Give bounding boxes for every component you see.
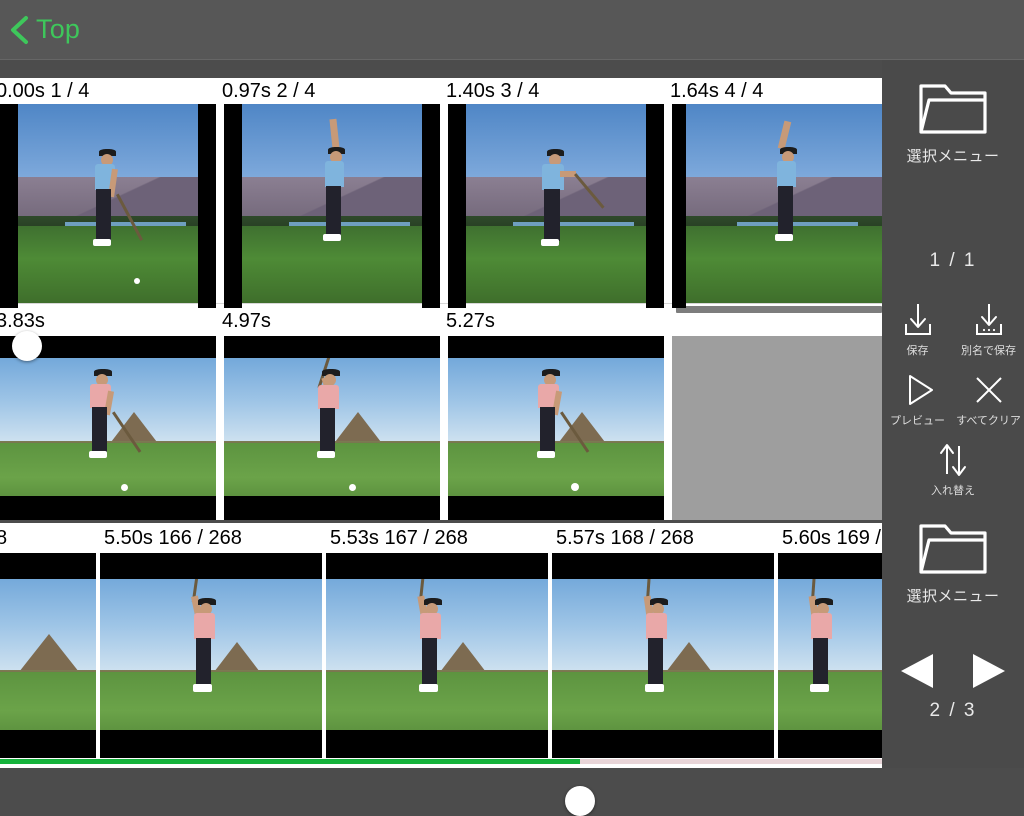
empty-frame-slot[interactable] — [672, 336, 882, 520]
close-x-icon — [975, 377, 1002, 403]
frame-label: 0.00s 1 / 4 — [0, 80, 90, 102]
frame-label: 3.83s — [0, 310, 45, 332]
right-sidebar: 選択メニュー 1 / 1 保存 別名で保存 プレビュー すべてクリア 入れ替え … — [882, 60, 1024, 768]
filmstrip-row-2[interactable]: 3.83s 4.97s 5.27s — [0, 304, 882, 520]
filmstrip-row-3-progress-fill — [0, 759, 580, 764]
back-button-label: Top — [36, 14, 81, 44]
folder-icon — [919, 524, 987, 574]
save-as-button[interactable]: 別名で保存 — [953, 300, 1024, 358]
video-frame-thumbnail[interactable] — [552, 553, 774, 758]
filmstrip-content-area: 0.00s 1 / 4 0.97s 2 / 4 1.40s 3 / 4 1.64… — [0, 60, 882, 816]
video-frame-thumbnail[interactable] — [0, 336, 216, 520]
swap-button[interactable]: 入れ替え — [918, 440, 989, 498]
frame-label: 1.64s 4 / 4 — [670, 80, 764, 102]
filmstrip-row-3-labels: 8 5.50s 166 / 268 5.53s 167 / 268 5.57s … — [0, 523, 882, 553]
frame-label: 5.53s 167 / 268 — [330, 527, 468, 549]
folder-icon — [919, 84, 987, 134]
select-menu-top-page-count-container: 1 / 1 — [882, 250, 1024, 272]
frame-label: 4.97s — [222, 310, 271, 332]
arrow-left-icon[interactable] — [895, 648, 941, 694]
select-menu-bottom-page-count: 2 / 3 — [929, 700, 977, 721]
preview-button[interactable]: プレビュー — [882, 370, 953, 428]
filmstrip-row-1-scroll-handle[interactable] — [12, 331, 42, 361]
video-frame-thumbnail[interactable] — [0, 104, 216, 308]
save-button[interactable]: 保存 — [882, 300, 953, 358]
frame-label: 1.40s 3 / 4 — [446, 80, 540, 102]
video-frame-thumbnail[interactable] — [672, 104, 882, 308]
filmstrip-row-1-frames[interactable] — [0, 104, 882, 308]
frame-label: 5.27s — [446, 310, 495, 332]
filmstrip-row-1[interactable]: 0.00s 1 / 4 0.97s 2 / 4 1.40s 3 / 4 1.64… — [0, 78, 882, 308]
select-menu-bottom-label: 選択メニュー — [906, 588, 1000, 605]
video-frame-thumbnail[interactable] — [100, 553, 322, 758]
swap-arrows-icon — [940, 444, 966, 476]
top-navigation-bar: Top — [0, 0, 1024, 60]
swap-button-label: 入れ替え — [931, 485, 975, 497]
select-menu-top[interactable]: 選択メニュー — [882, 78, 1024, 166]
save-button-label: 保存 — [906, 345, 929, 357]
filmstrip-row-2-labels: 3.83s 4.97s 5.27s — [0, 304, 882, 336]
video-frame-thumbnail[interactable] — [778, 553, 882, 758]
video-frame-thumbnail[interactable] — [224, 104, 440, 308]
back-button[interactable]: Top — [8, 14, 80, 45]
video-frame-thumbnail[interactable] — [0, 553, 96, 758]
video-frame-thumbnail[interactable] — [448, 104, 664, 308]
preview-button-label: プレビュー — [890, 415, 945, 427]
arrow-right-icon[interactable] — [965, 648, 1011, 694]
play-triangle-icon — [908, 375, 933, 405]
select-menu-top-page-count: 1 / 1 — [929, 250, 977, 271]
tool-grid: 保存 別名で保存 プレビュー すべてクリア 入れ替え — [882, 300, 1024, 510]
filmstrip-row-1-labels: 0.00s 1 / 4 0.97s 2 / 4 1.40s 3 / 4 1.64… — [0, 78, 882, 104]
frame-label: 5.50s 166 / 268 — [104, 527, 242, 549]
save-download-icon — [904, 304, 931, 335]
video-frame-thumbnail[interactable] — [326, 553, 548, 758]
select-menu-top-label: 選択メニュー — [906, 148, 1000, 165]
frame-label: 0.97s 2 / 4 — [222, 80, 316, 102]
filmstrip-row-3[interactable]: 8 5.50s 166 / 268 5.53s 167 / 268 5.57s … — [0, 523, 882, 768]
clear-all-button-label: すべてクリア — [956, 415, 1021, 427]
clear-all-button[interactable]: すべてクリア — [953, 370, 1024, 428]
select-menu-bottom[interactable]: 選択メニュー — [882, 518, 1024, 606]
video-frame-thumbnail[interactable] — [448, 336, 664, 520]
select-menu-bottom-page-count-container: 2 / 3 — [882, 700, 1024, 722]
frame-label: 8 — [0, 527, 8, 549]
frame-label: 5.57s 168 / 268 — [556, 527, 694, 549]
filmstrip-row-2-mini-scrollbar[interactable] — [676, 306, 882, 313]
frame-label: 5.60s 169 / — [782, 527, 881, 549]
video-frame-thumbnail[interactable] — [224, 336, 440, 520]
chevron-left-icon — [11, 15, 28, 44]
save-as-button-label: 別名で保存 — [961, 345, 1016, 357]
filmstrip-row-2-frames[interactable] — [0, 336, 882, 520]
filmstrip-row-3-frames[interactable] — [0, 553, 882, 758]
save-as-download-icon — [975, 304, 1002, 335]
filmstrip-row-3-scroll-handle[interactable] — [565, 786, 595, 816]
page-navigation-arrows — [882, 648, 1024, 694]
